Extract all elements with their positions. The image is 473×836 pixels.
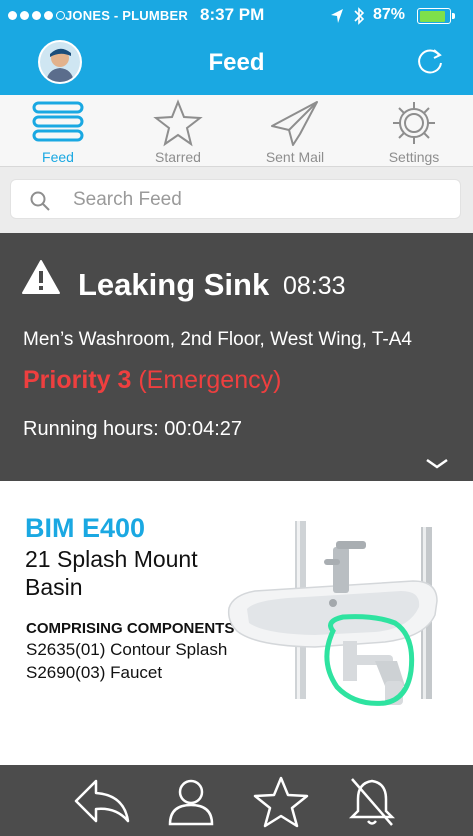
bottom-toolbar [0,765,473,836]
chevron-down-icon[interactable] [424,457,450,471]
bluetooth-icon [354,7,365,25]
top-bar: JONES - PLUMBER 8:37 PM 87% Feed [0,0,473,95]
components-heading: COMPRISING COMPONENTS [26,620,235,637]
component-item: S2635(01) Contour Splash [26,640,228,659]
tab-starred-label: Starred [155,149,201,165]
status-time: 8:37 PM [200,5,265,24]
tab-sent-mail[interactable]: Sent Mail [250,95,340,167]
paper-plane-icon [271,101,318,146]
product-card[interactable]: BIM E400 21 Splash Mount Basin COMPRISIN… [0,481,473,765]
product-name: BIM E400 [25,513,146,543]
alert-location: Men’s Washroom, 2nd Floor, West Wing, T-… [23,329,412,350]
tab-sent-mail-label: Sent Mail [265,149,325,165]
alert-card[interactable]: Leaking Sink 08:33 Men’s Washroom, 2nd F… [0,233,473,481]
carrier-name: JONES - PLUMBER [65,8,188,23]
tab-settings-label: Settings [388,149,440,165]
product-description: 21 Splash Mount Basin [25,546,198,600]
page-title: Feed [208,49,265,76]
tab-feed-label: Feed [42,149,74,165]
alert-time: 08:33 [283,272,346,300]
star-icon[interactable] [252,775,310,829]
search-input[interactable] [73,186,443,214]
feed-lines-icon [32,101,84,142]
gear-icon [393,102,435,144]
reply-icon[interactable] [72,775,132,827]
warning-icon [22,260,60,294]
search-bar [0,167,473,233]
running-hours: Running hours: 00:04:27 [23,418,243,440]
priority-label: Priority 3 [23,366,132,394]
tab-bar: Feed Starred Sent Mail Settings [0,95,473,167]
priority-detail: (Emergency) [138,366,282,394]
component-item: S2690(03) Faucet [26,663,163,682]
alert-priority: Priority 3 (Emergency) [23,366,281,395]
tab-settings[interactable]: Settings [369,95,459,167]
search-icon [30,191,50,211]
bell-off-icon[interactable] [348,775,396,829]
tab-feed[interactable]: Feed [13,95,103,167]
battery-percent: 87% [373,6,406,23]
location-arrow-icon [331,9,343,23]
tab-starred[interactable]: Starred [133,95,223,167]
refresh-icon[interactable] [415,46,445,76]
battery-icon [417,8,455,24]
sink-product-image [227,521,438,706]
search-box[interactable] [10,179,461,219]
star-icon [153,99,203,147]
status-bar: JONES - PLUMBER 8:37 PM 87% [0,0,473,32]
signal-strength-icon [8,11,65,20]
alert-title: Leaking Sink [78,267,270,302]
user-icon[interactable] [165,775,217,827]
